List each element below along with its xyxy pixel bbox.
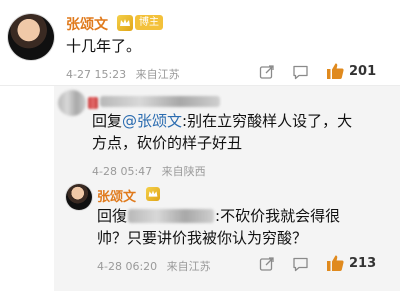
reply2-avatar[interactable] (66, 184, 92, 210)
thumbs-up-icon[interactable] (326, 62, 345, 80)
post-location: 来自江苏 (135, 68, 180, 81)
blurred-name (88, 97, 98, 109)
author-name[interactable]: 张颂文 (66, 14, 108, 34)
reply1-text: 回复@张颂文:别在立穷酸样人设了，大 方点，砍价的样子好丑 (92, 110, 392, 154)
comment-icon[interactable] (292, 256, 309, 272)
reply2-location: 来自江苏 (166, 260, 211, 273)
like-count: 213 (349, 256, 377, 271)
reply1-time: 4-28 05:47 (92, 165, 153, 178)
blurred-avatar (58, 90, 86, 116)
post-text: 十几年了。 (66, 37, 142, 55)
reply2-line2: 帅？只要讲价我被你认为穷酸？ (97, 229, 308, 247)
blurred-name-bar (100, 96, 220, 107)
reply2-line1: :不砍价我就会得很 (215, 207, 341, 225)
reply2-meta: 4-28 06:20 来自江苏 (97, 258, 217, 274)
thumbs-up-icon[interactable] (326, 254, 345, 272)
reply1-location: 来自陕西 (161, 165, 206, 178)
reply2-prefix: 回復 (97, 207, 128, 225)
like-count: 201 (349, 64, 377, 79)
vip-crown-icon (117, 15, 133, 31)
reply1-line2: 方点，砍价的样子好丑 (92, 134, 243, 152)
reply2-time: 4-28 06:20 (97, 260, 158, 273)
blogger-badge: 博主 (135, 15, 163, 30)
comment-icon[interactable] (292, 64, 309, 80)
vip-crown-icon (146, 187, 160, 201)
reply2-text: 回復 :不砍价我就会得很 帅？只要讲价我被你认为穷酸？ (97, 205, 397, 249)
avatar[interactable] (8, 14, 54, 60)
share-icon[interactable] (259, 64, 275, 80)
reply1-line1: :别在立穷酸样人设了，大 (182, 112, 353, 130)
share-icon[interactable] (259, 256, 275, 272)
reply1-prefix: 回复 (92, 112, 123, 130)
post-meta: 4-27 15:23 来自江苏 (66, 66, 186, 82)
blurred-username (128, 209, 215, 223)
reply1-meta: 4-28 05:47 来自陕西 (92, 163, 212, 179)
post-time: 4-27 15:23 (66, 68, 127, 81)
reply2-author[interactable]: 张颂文 (97, 186, 136, 205)
reply1-mention[interactable]: @张颂文 (122, 112, 182, 130)
